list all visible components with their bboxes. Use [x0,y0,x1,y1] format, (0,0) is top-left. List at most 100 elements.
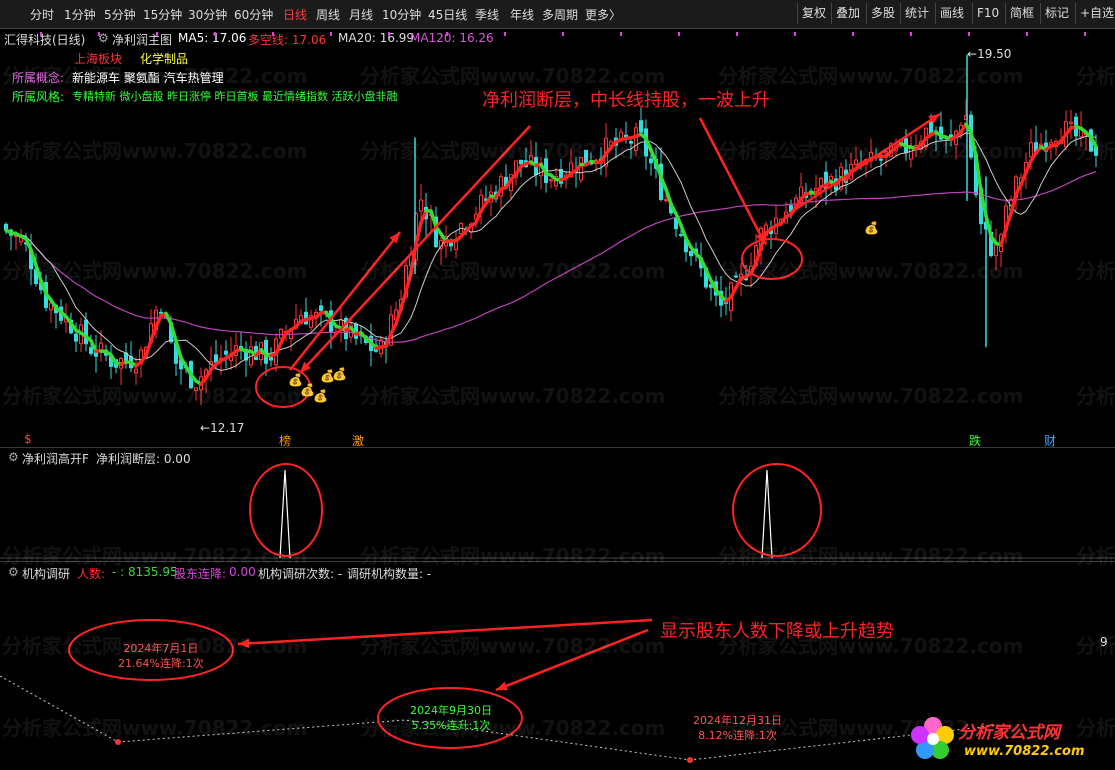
people-value: - : 8135.95 [112,565,178,579]
low-price-label: ←12.17 [200,421,245,435]
toolbar-button-3[interactable]: 统计 [900,3,933,24]
candle-body [214,354,218,363]
toolbar-button-0[interactable]: 复权 [797,3,830,24]
record-desc: 21.64%连降:1次 [118,657,204,670]
period-tab-12[interactable]: 年线 [510,6,534,23]
period-tab-2[interactable]: 5分钟 [104,6,136,23]
period-tab-9[interactable]: 10分钟 [382,6,421,23]
period-tab-5[interactable]: 60分钟 [234,6,273,23]
candle-body [224,350,228,355]
candle-body [159,311,163,314]
top-tick [794,32,796,36]
toolbar-button-4[interactable]: 画线 [935,3,968,24]
top-tick [562,32,564,36]
period-tab-1[interactable]: 1分钟 [64,6,96,23]
top-tick [1026,32,1028,36]
candle-body [1069,121,1073,125]
shareholder-record: 2024年7月1日 21.64%连降:1次 [118,641,204,671]
toolbar-button-1[interactable]: 叠加 [831,3,864,24]
trend-line-segment [664,187,673,206]
record-desc: 5.35%连升:1次 [411,719,491,732]
record-date: 2024年9月30日 [410,704,492,717]
annotation-arrow [698,117,767,245]
trend-line-segment [679,223,688,241]
candle-body [819,178,823,187]
toolbar-button-2[interactable]: 多股 [866,3,899,24]
top-tick [1084,32,1086,36]
profit-gap-spike [279,469,291,559]
candle-body [689,250,693,257]
top-tick [678,32,680,36]
trend-line-segment [419,209,428,225]
period-tab-3[interactable]: 15分钟 [143,6,182,23]
period-tab-4[interactable]: 30分钟 [188,6,227,23]
record-desc: 8.12%连降:1次 [698,729,777,742]
money-bag-icon: 💰 [332,367,347,381]
trend-point [115,739,121,745]
top-tick [330,32,332,36]
ma120-line [5,171,1097,343]
main-annotation: 净利润断层，中长线持股，一波上升 [482,90,770,111]
trend-line-segment [474,209,483,225]
holder-value: 0.00 [229,565,256,579]
arrow-head [496,681,508,691]
period-tab-7[interactable]: 周线 [316,6,340,23]
candle-body [909,148,913,160]
profit-gap-spike [761,469,773,559]
logo-text: 分析家公式网 [958,723,1060,743]
trend-point [687,757,693,763]
candle-body [879,158,883,161]
period-tab-8[interactable]: 月线 [349,6,373,23]
top-tick [98,32,100,36]
period-tab-13[interactable]: 多周期 [542,6,578,23]
logo-url: www.70822.com [964,744,1085,759]
record-date: 2024年12月31日 [693,714,782,727]
period-tab-0[interactable]: 分时 [30,6,54,23]
candle-body [649,158,653,164]
top-tick [620,32,622,36]
period-toolbar: 分时 1分钟 5分钟 15分钟 30分钟 60分钟 日线 周线 月线 10分钟 45日线 季线 年线 多周… [0,0,1115,29]
candle-body [549,179,553,182]
record-date: 2024年7月1日 [123,642,199,655]
money-bag-icon: 💰 [864,221,879,235]
trend-line-segment [1019,170,1028,187]
candle-body [854,159,858,165]
candle-body [269,356,273,361]
toolbar-button-8[interactable]: +自选 [1075,3,1115,24]
flower-logo-icon [911,717,954,759]
candle-body [319,305,323,311]
top-tick [214,32,216,36]
candle-body [994,244,998,257]
top-tick [736,32,738,36]
period-tab-10[interactable]: 45日线 [428,6,467,23]
high-price-label: ←19.50 [967,47,1012,61]
money-bag-icon: 💰 [313,389,328,403]
candle-body [734,275,738,278]
candle-body [519,159,523,165]
top-tick [156,32,158,36]
top-tick [968,32,970,36]
candle-body [1029,142,1033,158]
candle-body [579,157,583,181]
annotation-arrow [495,628,649,692]
top-tick [910,32,912,36]
profit-gap-chart[interactable] [0,448,1115,560]
top-tick [852,32,854,36]
top-tick [504,32,506,36]
highlight-ellipse [732,463,822,557]
trend-line-segment [429,209,438,229]
candle-body [639,120,643,133]
brand-logo: 分析家公式网 www.70822.com [908,712,1112,768]
candle-body [629,140,633,144]
toolbar-button-7[interactable]: 标记 [1040,3,1073,24]
right-axis-tick: 9 [1100,635,1108,649]
candle-body [634,127,638,151]
trend-line-segment [399,289,408,310]
sub2-gear-icon[interactable]: ⚙ [8,565,19,579]
period-tab-11[interactable]: 季线 [475,6,499,23]
toolbar-button-6[interactable]: 简框 [1005,3,1038,24]
period-tab-6[interactable]: 日线 [283,6,307,23]
period-tab-14[interactable]: 更多〉 [585,6,621,23]
top-tick [388,32,390,36]
toolbar-button-5[interactable]: F10 [972,3,1003,24]
